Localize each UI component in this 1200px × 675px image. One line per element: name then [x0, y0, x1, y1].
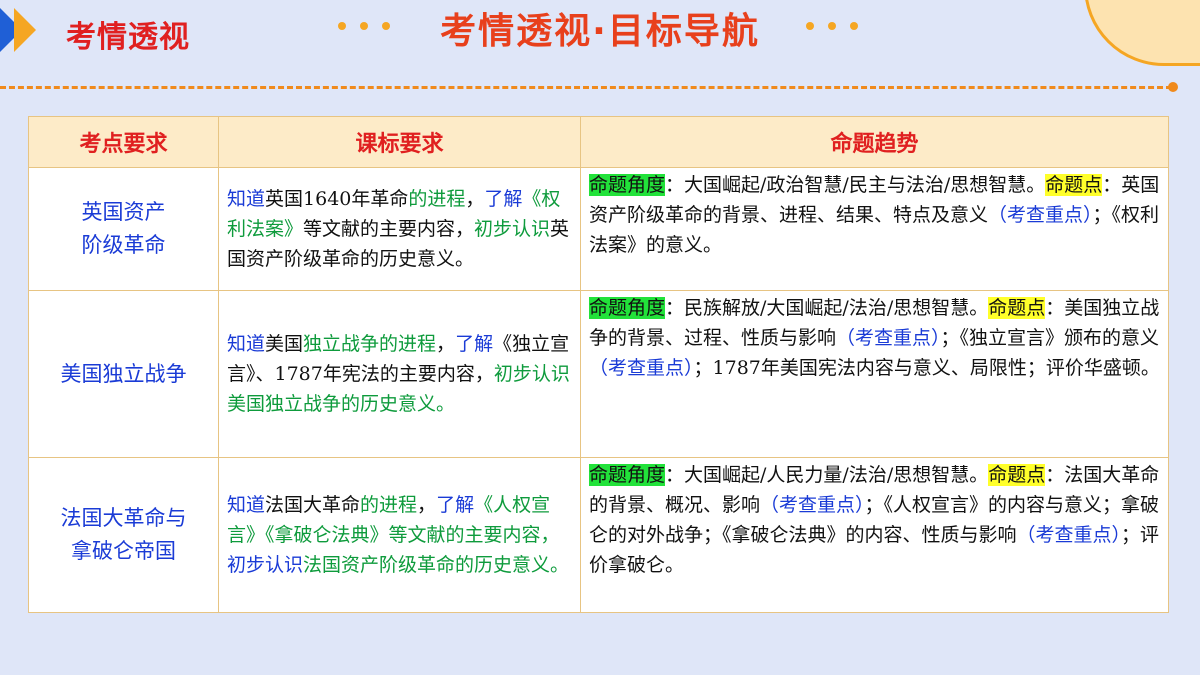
table-row: 英国资产 阶级革命 知道英国1640年革命的进程，了解《权利法案》等文献的主要内…	[28, 167, 1169, 291]
req-segment: ，	[436, 333, 456, 355]
topic-cell: 法国大革命与 拿破仑帝国	[28, 457, 219, 613]
req-segment: 的进程	[408, 188, 466, 210]
req-segment: 知道	[227, 494, 266, 516]
trend-segment: ：民族解放/大国崛起/法治/思想智慧。	[665, 297, 989, 319]
topic-line: 拿破仑帝国	[71, 539, 176, 563]
dots-decoration-right	[806, 22, 858, 30]
topic-line: 阶级革命	[81, 233, 166, 257]
req-segment: 知道	[227, 333, 266, 355]
trend-segment: 命题角度	[589, 297, 666, 319]
req-segment: 美国	[265, 333, 304, 355]
table-row: 美国独立战争 知道美国独立战争的进程，了解《独立宣言》、1787年宪法的主要内容…	[28, 290, 1169, 458]
trend-segment: ；1787年美国宪法内容与意义、局限性；评价华盛顿。	[693, 357, 1160, 379]
topic-cell: 英国资产 阶级革命	[28, 167, 219, 291]
req-segment: 初步认识	[227, 554, 304, 576]
topic-line: 美国独立战争	[60, 361, 187, 386]
topic-line: 英国资产	[81, 200, 166, 224]
topic-cell: 美国独立战争	[28, 290, 219, 458]
table-row: 法国大革命与 拿破仑帝国 知道法国大革命的进程，了解《人权宣言》《拿破仑法典》等…	[28, 457, 1169, 613]
req-segment: 等文献的主要内容，	[388, 524, 560, 546]
req-segment: 法国大革命	[265, 494, 361, 516]
req-segment: 美国独立战争的历史意义。	[227, 393, 456, 415]
req-segment: 的进程	[360, 494, 418, 516]
trend-cell: 命题角度：大国崛起/人民力量/法治/思想智慧。命题点：法国大革命的背景、概况、影…	[580, 457, 1169, 613]
topic-line: 法国大革命与	[60, 506, 187, 530]
column-header-topic: 考点要求	[28, 116, 219, 168]
req-segment: 英国1640年革命	[265, 188, 409, 210]
table-header-row: 考点要求 课标要求 命题趋势	[28, 116, 1169, 168]
trend-segment: （考查重点）	[589, 357, 694, 379]
trend-segment: 命题角度	[589, 174, 666, 196]
divider-end-dot	[1168, 82, 1178, 92]
req-segment: 初步认识	[493, 363, 570, 385]
req-segment: 独立战争的进程	[303, 333, 437, 355]
req-segment: ，	[465, 188, 485, 210]
exam-table: 考点要求 课标要求 命题趋势 英国资产 阶级革命 知道英国1640年革命的进程，…	[28, 116, 1169, 613]
trend-segment: ：大国崛起/人民力量/法治/思想智慧。	[665, 464, 989, 486]
req-segment: 了解	[484, 188, 523, 210]
trend-segment: （考查重点）	[836, 327, 941, 349]
req-segment: ，	[417, 494, 437, 516]
req-segment: 法国资产阶级革命的历史意义。	[303, 554, 570, 576]
page-title: 考情透视·目标导航	[440, 11, 760, 52]
column-header-requirement: 课标要求	[218, 116, 581, 168]
req-segment: 等文献的主要内容，	[303, 218, 475, 240]
trend-segment: （考查重点）	[1016, 524, 1122, 546]
trend-segment: （考查重点）	[988, 204, 1093, 226]
trend-segment: 命题点	[988, 297, 1046, 319]
trend-segment: 命题点	[988, 464, 1046, 486]
trend-segment: （考查重点）	[760, 494, 865, 516]
trend-segment: 命题点	[1045, 174, 1103, 196]
trend-segment: 命题角度	[589, 464, 666, 486]
trend-segment: ；《独立宣言》颁布的意义	[940, 327, 1160, 349]
requirement-cell: 知道法国大革命的进程，了解《人权宣言》《拿破仑法典》等文献的主要内容，初步认识法…	[218, 457, 581, 613]
req-segment: 了解	[436, 494, 475, 516]
req-segment: 初步认识	[474, 218, 551, 240]
req-segment: 知道	[227, 188, 266, 210]
trend-cell: 命题角度：民族解放/大国崛起/法治/思想智慧。命题点：美国独立战争的背景、过程、…	[580, 290, 1169, 458]
requirement-cell: 知道美国独立战争的进程，了解《独立宣言》、1787年宪法的主要内容，初步认识美国…	[218, 290, 581, 458]
trend-segment: ：大国崛起/政治智慧/民主与法治/思想智慧。	[665, 174, 1046, 196]
trend-cell: 命题角度：大国崛起/政治智慧/民主与法治/思想智慧。命题点：英国资产阶级革命的背…	[580, 167, 1169, 291]
requirement-cell: 知道英国1640年革命的进程，了解《权利法案》等文献的主要内容，初步认识英国资产…	[218, 167, 581, 291]
column-header-trend: 命题趋势	[580, 116, 1169, 168]
req-segment: 了解	[455, 333, 494, 355]
dashed-divider	[0, 86, 1172, 89]
